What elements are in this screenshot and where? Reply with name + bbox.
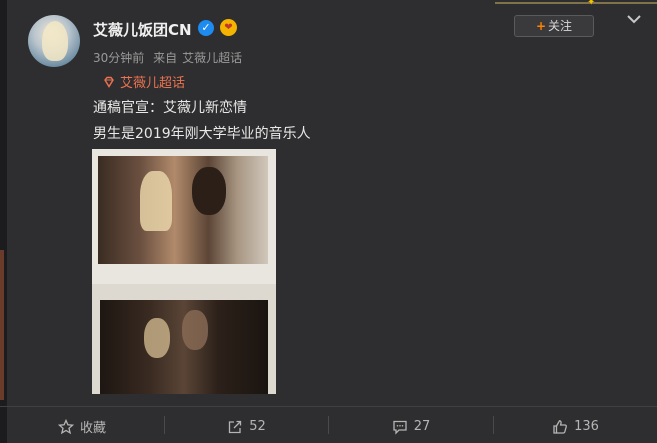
footer-divider [0, 406, 657, 407]
favorite-button[interactable]: 收藏 [0, 410, 164, 443]
favorite-label: 收藏 [79, 421, 106, 436]
follow-button[interactable]: + 关注 [514, 15, 594, 37]
comment-icon [393, 420, 407, 435]
post-source[interactable]: 艾薇儿超话 [182, 51, 242, 65]
left-edge-panel [0, 0, 7, 443]
verified-badge-icon: ✓ [198, 20, 214, 36]
source-prefix: 来自 [153, 51, 178, 65]
post-text-line1: 通稿官宣：艾薇儿新恋情 [93, 100, 247, 116]
avatar[interactable] [28, 15, 80, 67]
star-icon [57, 418, 74, 434]
sparkle-icon: ✦ [587, 0, 596, 8]
repost-count: 52 [249, 419, 266, 434]
post-meta: 30分钟前 来自 艾薇儿超话 [93, 49, 247, 66]
left-edge-accent [0, 250, 4, 400]
comment-count: 27 [413, 419, 431, 434]
post-text-line2: 男生是2019年刚大学毕业的音乐人 [93, 126, 311, 142]
topic-label: 艾薇儿超话 [120, 76, 186, 91]
post-time[interactable]: 30分钟前 [93, 51, 144, 65]
topic-link[interactable]: 艾薇儿超话 [103, 72, 185, 91]
share-icon [229, 420, 242, 433]
diamond-icon [104, 76, 114, 88]
like-button[interactable]: 136 [494, 410, 657, 443]
vip-emblem-icon[interactable]: ❤ [220, 19, 237, 36]
thumbs-up-icon [553, 419, 568, 434]
comment-button[interactable]: 27 [329, 410, 493, 443]
follow-label: 关注 [548, 19, 573, 33]
plus-icon: + [535, 19, 547, 33]
repost-button[interactable]: 52 [165, 410, 328, 443]
post-photo-2[interactable] [92, 284, 276, 394]
post-photo-1[interactable] [92, 149, 276, 284]
username[interactable]: 艾薇儿饭团CN [93, 19, 192, 40]
like-count: 136 [574, 419, 599, 434]
top-decoration: ✦ [495, 0, 657, 8]
chevron-down-icon[interactable] [626, 13, 642, 25]
